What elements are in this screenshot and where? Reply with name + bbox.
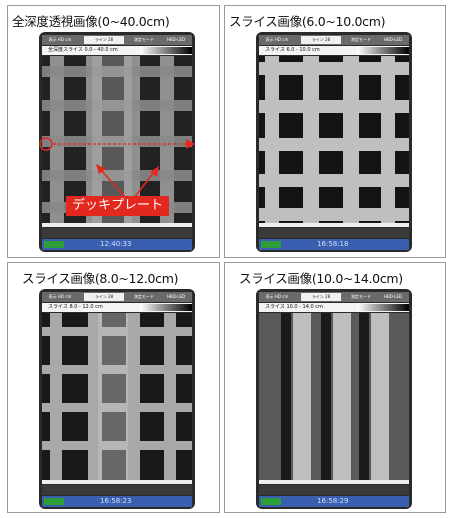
radar-image-drawing bbox=[259, 313, 409, 480]
device-tab: 表示 HD cm bbox=[48, 294, 72, 299]
grayscale-bar bbox=[357, 47, 409, 54]
control-bar bbox=[42, 485, 192, 495]
battery-indicator bbox=[44, 498, 64, 505]
device-tab-bar: 表示 HD cm ライン 28 測定モード HBD-LED bbox=[42, 292, 192, 302]
clock-readout: 16:58:18 bbox=[317, 240, 349, 248]
start-marker-circle bbox=[39, 137, 53, 151]
deck-plate-label: デッキプレート bbox=[66, 196, 170, 216]
panel-title: スライス画像(6.0~10.0cm) bbox=[229, 14, 386, 29]
device-tab: 測定モード bbox=[351, 37, 371, 42]
clock-readout: 16:58:23 bbox=[100, 497, 132, 505]
scan-arrowhead bbox=[186, 139, 195, 149]
panel-slice-10-14: スライス画像(10.0~14.0cm) 表示 HD cm ライン 28 測定モー… bbox=[224, 262, 446, 513]
device-tab: ライン 28 bbox=[84, 293, 124, 301]
panel-slice-8-12: スライス画像(8.0~12.0cm) 表示 HD cm ライン 28 測定モード… bbox=[7, 262, 220, 513]
pointer-arrowhead-left bbox=[96, 164, 106, 174]
panel-title: スライス画像(8.0~12.0cm) bbox=[22, 271, 179, 286]
device-tab: HBD-LED bbox=[383, 37, 403, 42]
clock-readout: 16:58:29 bbox=[317, 497, 349, 505]
control-bar bbox=[259, 228, 409, 238]
pointer-arrow-left bbox=[100, 169, 127, 199]
distance-ruler bbox=[259, 480, 409, 484]
device-tab: 表示 HD cm bbox=[265, 294, 289, 299]
device-tab-bar: 表示 HD cm ライン 28 測定モード HBD-LED bbox=[259, 292, 409, 302]
grayscale-bar bbox=[140, 304, 192, 311]
control-bar bbox=[259, 485, 409, 495]
device-tab: 表示 HD cm bbox=[265, 37, 289, 42]
status-bar: 16:58:29 bbox=[259, 496, 409, 507]
device-tab: 測定モード bbox=[134, 294, 154, 299]
figure-grid: 全深度透視画像(0~40.0cm) 表示 HD cm ライン 28 測定モード … bbox=[0, 0, 451, 518]
panel-full-depth: 全深度透視画像(0~40.0cm) 表示 HD cm ライン 28 測定モード … bbox=[7, 5, 220, 258]
status-bar: 16:58:18 bbox=[259, 239, 409, 250]
device-tab: ライン 28 bbox=[301, 36, 341, 44]
distance-ruler bbox=[259, 223, 409, 227]
device-screenshot: 表示 HD cm ライン 28 測定モード HBD-LED スライス 6.0 -… bbox=[256, 32, 412, 252]
panel-title: スライス画像(10.0~14.0cm) bbox=[239, 271, 403, 286]
device-tab: HBD-LED bbox=[166, 294, 186, 299]
panel-slice-6-10: スライス画像(6.0~10.0cm) 表示 HD cm ライン 28 測定モード… bbox=[224, 5, 446, 258]
device-tab: ライン 28 bbox=[301, 293, 341, 301]
radar-image bbox=[42, 313, 192, 480]
device-screenshot: 表示 HD cm ライン 28 測定モード HBD-LED スライス 8.0 -… bbox=[39, 289, 195, 509]
battery-indicator bbox=[261, 498, 281, 505]
device-tab: HBD-LED bbox=[383, 294, 403, 299]
device-screenshot: 表示 HD cm ライン 28 測定モード HBD-LED スライス 10.0 … bbox=[256, 289, 412, 509]
radar-image-drawing bbox=[259, 56, 409, 223]
radar-image-drawing bbox=[42, 313, 192, 480]
grayscale-bar bbox=[357, 304, 409, 311]
status-bar: 16:58:23 bbox=[42, 496, 192, 507]
radar-image bbox=[259, 56, 409, 223]
device-tab: 測定モード bbox=[351, 294, 371, 299]
distance-ruler bbox=[42, 480, 192, 484]
pointer-arrow-right bbox=[133, 171, 155, 199]
annotation-overlay bbox=[39, 137, 195, 199]
device-tab-bar: 表示 HD cm ライン 28 測定モード HBD-LED bbox=[259, 35, 409, 45]
radar-image bbox=[259, 313, 409, 480]
battery-indicator bbox=[261, 241, 281, 248]
